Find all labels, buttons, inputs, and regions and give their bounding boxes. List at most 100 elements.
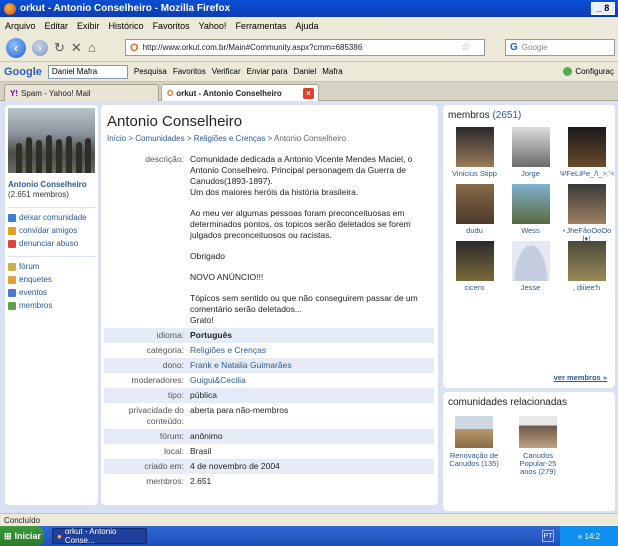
tab-label: orkut - Antonio Conselheiro xyxy=(176,88,282,98)
related-communities-panel: comunidades relacionadas Renovação de Ca… xyxy=(443,392,615,511)
menu-arquivo[interactable]: Arquivo xyxy=(5,21,36,31)
member-item[interactable]: Jorge xyxy=(504,127,557,184)
breadcrumb-comunidades[interactable]: Comunidades xyxy=(135,134,184,143)
related-community-name: Canudos Popular-25 anos (279) xyxy=(519,451,557,476)
bookmark-star-icon[interactable]: ☆ xyxy=(461,42,470,53)
breadcrumb-categoria[interactable]: Religiões e Crenças xyxy=(194,134,266,143)
member-avatar-placeholder xyxy=(511,241,550,281)
taskbar-firefox-item[interactable]: ● orkut - Antonio Conse... xyxy=(52,527,147,545)
polls-label: enquetes xyxy=(19,275,52,284)
google-toolbar: Google Daniel Mafra Pesquisa Favoritos V… xyxy=(0,62,618,82)
orkut-favicon: O xyxy=(130,41,139,54)
info-row: dono: Frank e Natalia Guimarães xyxy=(104,358,434,373)
tab-orkut[interactable]: O orkut - Antonio Conselheiro × xyxy=(161,84,319,101)
menu-editar[interactable]: Editar xyxy=(45,21,69,31)
invite-icon xyxy=(8,227,16,235)
start-button[interactable]: ⊞ Iniciar xyxy=(0,526,44,546)
member-item[interactable]: , diiiee'h xyxy=(560,241,613,298)
events-link[interactable]: eventos xyxy=(8,288,95,298)
member-avatar xyxy=(567,127,606,167)
menu-yahoo[interactable]: Yahoo! xyxy=(199,21,227,31)
member-item[interactable]: Vinicius Stipp xyxy=(448,127,501,184)
report-abuse-link[interactable]: denunciar abuso xyxy=(8,239,95,249)
row-label: categoria: xyxy=(146,345,184,355)
privacy-value: aberta para não-membros xyxy=(190,405,289,415)
info-row: moderadores: Guigui&Cecilia xyxy=(104,373,434,388)
forum-link[interactable]: fórum xyxy=(8,262,95,272)
menu-exibir[interactable]: Exibir xyxy=(77,21,100,31)
invite-friends-link[interactable]: convidar amigos xyxy=(8,226,95,236)
info-row: local: Brasil xyxy=(104,444,434,459)
stop-icon[interactable]: ✕ xyxy=(71,40,82,56)
members-link[interactable]: membros xyxy=(8,301,95,311)
url-text: http://www.orkut.com.br/Main#Community.a… xyxy=(142,43,363,52)
members-value: 2.651 xyxy=(190,476,212,486)
menu-ferramentas[interactable]: Ferramentas xyxy=(235,21,286,31)
tab-label: Spam - Yahoo! Mail xyxy=(21,88,91,98)
configuracoes-button[interactable]: Configuraç xyxy=(563,67,614,76)
member-avatar xyxy=(567,184,606,224)
search-input[interactable]: G Google xyxy=(505,39,615,56)
back-button[interactable]: ‹ xyxy=(6,37,26,58)
member-name: , diiiee'h xyxy=(572,283,601,292)
reload-icon[interactable]: ↻ xyxy=(54,40,65,56)
polls-link[interactable]: enquetes xyxy=(8,275,95,285)
mafra-button[interactable]: Mafra xyxy=(322,67,342,76)
member-item[interactable]: Wess xyxy=(504,184,557,241)
forward-button[interactable]: › xyxy=(32,39,48,56)
menu-historico[interactable]: Histórico xyxy=(109,21,144,31)
community-menu: fórum enquetes eventos membros xyxy=(8,256,95,311)
member-item[interactable]: cicero xyxy=(448,241,501,298)
row-label: dono: xyxy=(104,358,187,373)
member-item[interactable]: ⋆JheFãoOoOo l♦! xyxy=(560,184,613,243)
row-label: local: xyxy=(164,446,184,456)
verificar-button[interactable]: Verificar xyxy=(212,67,241,76)
member-name: Wess xyxy=(521,226,540,235)
owner-link[interactable]: Frank e Natalia Guimarães xyxy=(187,358,434,373)
info-row: tipo: pública xyxy=(104,388,434,403)
description-paragraph: Obrigado xyxy=(190,251,225,261)
menu-ajuda[interactable]: Ajuda xyxy=(295,21,318,31)
google-toolbar-user[interactable]: Daniel Mafra xyxy=(47,64,128,79)
member-item[interactable]: ΨFeLiPe_/\_>,'< xyxy=(560,127,615,184)
related-heading: comunidades relacionadas xyxy=(448,397,567,408)
view-members-link[interactable]: ver membros » xyxy=(554,373,607,382)
community-name[interactable]: Antonio Conselheiro xyxy=(8,180,95,190)
leave-community-link[interactable]: deixar comunidade xyxy=(8,213,95,223)
polls-icon xyxy=(8,276,16,284)
daniel-button[interactable]: Daniel xyxy=(294,67,317,76)
related-community-item[interactable]: Renovação de Canudos (135) xyxy=(448,416,500,476)
left-sidebar: Antonio Conselheiro (2.651 membros) deix… xyxy=(5,105,98,505)
address-bar[interactable]: O http://www.orkut.com.br/Main#Community… xyxy=(125,39,485,56)
moderators-link[interactable]: Guigui&Cecilia xyxy=(187,373,434,388)
row-label: tipo: xyxy=(104,388,187,403)
category-link[interactable]: Religiões e Crenças xyxy=(187,343,434,358)
language-indicator[interactable]: PT xyxy=(542,530,554,542)
firefox-task-icon: ● xyxy=(57,531,62,541)
page-title: Antonio Conselheiro xyxy=(107,113,243,130)
description-label: descrição: xyxy=(145,154,184,164)
related-community-item[interactable]: Canudos Popular-25 anos (279) xyxy=(512,416,564,476)
enviar-para-button[interactable]: Enviar para xyxy=(247,67,288,76)
breadcrumb-inicio[interactable]: Início xyxy=(107,134,126,143)
forum-label: fórum xyxy=(19,262,40,271)
pesquisa-button[interactable]: Pesquisa xyxy=(134,67,167,76)
community-photo[interactable] xyxy=(8,108,95,173)
member-item[interactable]: Jesse xyxy=(504,241,557,298)
window-controls[interactable]: _ 8 xyxy=(591,2,615,15)
community-thumbnail xyxy=(519,416,557,448)
members-heading-label: membros xyxy=(448,110,490,121)
report-icon xyxy=(8,240,16,248)
member-item[interactable]: dudu xyxy=(448,184,501,241)
members-count-link[interactable]: (2651) xyxy=(492,110,521,121)
row-label: fórum: xyxy=(104,429,187,444)
description-paragraph: Tópicos sem sentido ou que não conseguir… xyxy=(190,293,418,325)
tab-close-icon[interactable]: × xyxy=(303,87,314,99)
menu-favoritos[interactable]: Favoritos xyxy=(153,21,190,31)
breadcrumb: Início > Comunidades > Religiões e Crenç… xyxy=(107,134,432,143)
home-icon[interactable]: ⌂ xyxy=(88,40,96,55)
tab-yahoo-mail[interactable]: Y! Spam - Yahoo! Mail xyxy=(4,84,159,101)
favoritos-button[interactable]: Favoritos xyxy=(173,67,206,76)
member-avatar xyxy=(455,184,494,224)
navigation-toolbar: ‹ › ↻ ✕ ⌂ O http://www.orkut.com.br/Main… xyxy=(0,34,618,62)
